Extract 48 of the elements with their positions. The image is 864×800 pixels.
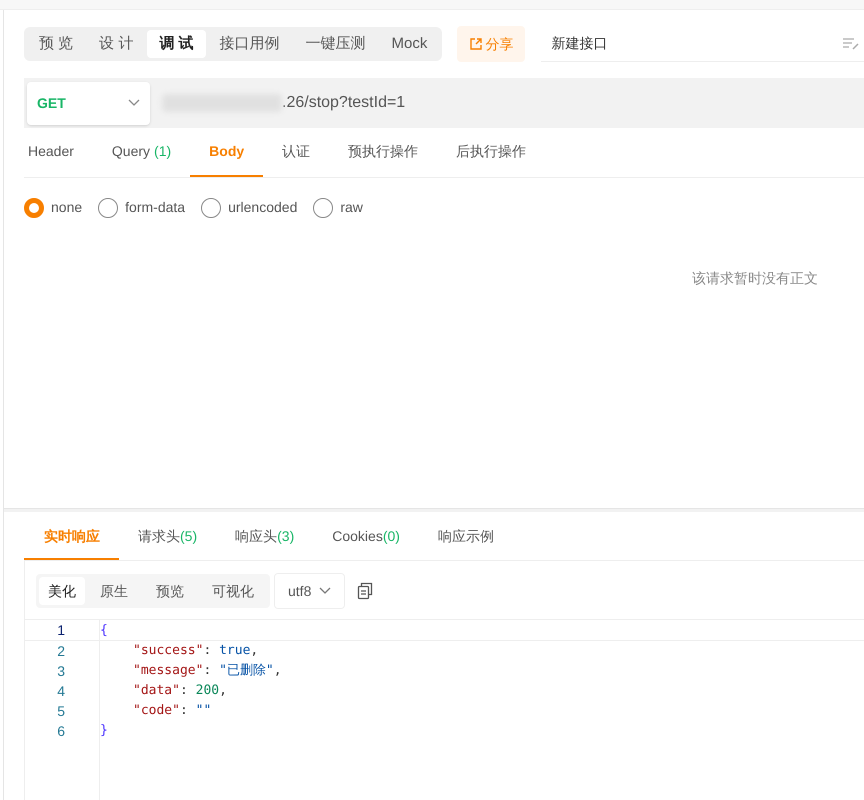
name-field[interactable]: 新建接口 bbox=[541, 26, 864, 62]
radio-option[interactable]: form-data bbox=[98, 197, 186, 218]
tab[interactable]: 响应示例 bbox=[418, 514, 513, 560]
line-number: 6 bbox=[56, 722, 65, 740]
tab[interactable]: 响应头(3) bbox=[216, 514, 314, 560]
mode-tab[interactable]: 一键压测 bbox=[294, 30, 378, 58]
view-mode-tab[interactable]: 美化 bbox=[39, 577, 85, 605]
share-icon bbox=[469, 37, 484, 51]
mode-tab[interactable]: 预 览 bbox=[27, 30, 86, 58]
tab[interactable]: 认证 bbox=[263, 128, 330, 177]
copy-icon[interactable] bbox=[357, 582, 374, 600]
mode-tab[interactable]: 接口用例 bbox=[208, 30, 292, 58]
tab[interactable]: 预执行操作 bbox=[329, 128, 438, 177]
tab[interactable]: Query (1) bbox=[92, 128, 190, 177]
line-number: 3 bbox=[56, 662, 65, 680]
encoding-select[interactable]: utf8 bbox=[274, 573, 346, 609]
view-mode-tab[interactable]: 原生 bbox=[87, 577, 141, 605]
url-field[interactable]: .26/stop?testId=1 bbox=[162, 83, 864, 123]
line-number: 4 bbox=[56, 682, 65, 700]
radio-button[interactable] bbox=[313, 198, 334, 218]
edit-icon[interactable] bbox=[842, 36, 860, 50]
code-line: "code": "" bbox=[133, 702, 212, 720]
radio-button[interactable] bbox=[201, 198, 222, 218]
view-mode-tab[interactable]: 预览 bbox=[143, 577, 197, 605]
tab[interactable]: 请求头(5) bbox=[119, 514, 216, 560]
radio-option[interactable]: none bbox=[24, 197, 82, 218]
chevron-down-icon bbox=[319, 587, 332, 595]
code-line: } bbox=[100, 722, 108, 740]
mode-tab[interactable]: 调 试 bbox=[147, 30, 206, 58]
chevron-down-icon bbox=[128, 99, 140, 107]
line-number: 1 bbox=[56, 621, 65, 640]
empty-message: 该请求暂时没有正文 bbox=[692, 269, 818, 288]
code-line: { bbox=[100, 622, 108, 640]
tab[interactable]: Cookies(0) bbox=[313, 514, 419, 560]
radio-button[interactable] bbox=[24, 198, 44, 218]
code-line: "message": "已删除", bbox=[133, 662, 282, 680]
radio-button[interactable] bbox=[98, 198, 118, 218]
mode-tab[interactable]: 设 计 bbox=[87, 30, 146, 58]
view-mode-tab[interactable]: 可视化 bbox=[199, 577, 267, 605]
code-line: "success": true, bbox=[133, 642, 258, 660]
code-line: "data": 200, bbox=[133, 682, 227, 700]
line-number: 5 bbox=[56, 702, 65, 720]
tab[interactable]: Header bbox=[24, 128, 93, 177]
mode-tab[interactable]: Mock bbox=[380, 30, 440, 58]
radio-option[interactable]: urlencoded bbox=[201, 197, 298, 218]
tab[interactable]: 后执行操作 bbox=[437, 128, 546, 177]
radio-option[interactable]: raw bbox=[313, 197, 363, 218]
line-number: 2 bbox=[56, 642, 65, 660]
